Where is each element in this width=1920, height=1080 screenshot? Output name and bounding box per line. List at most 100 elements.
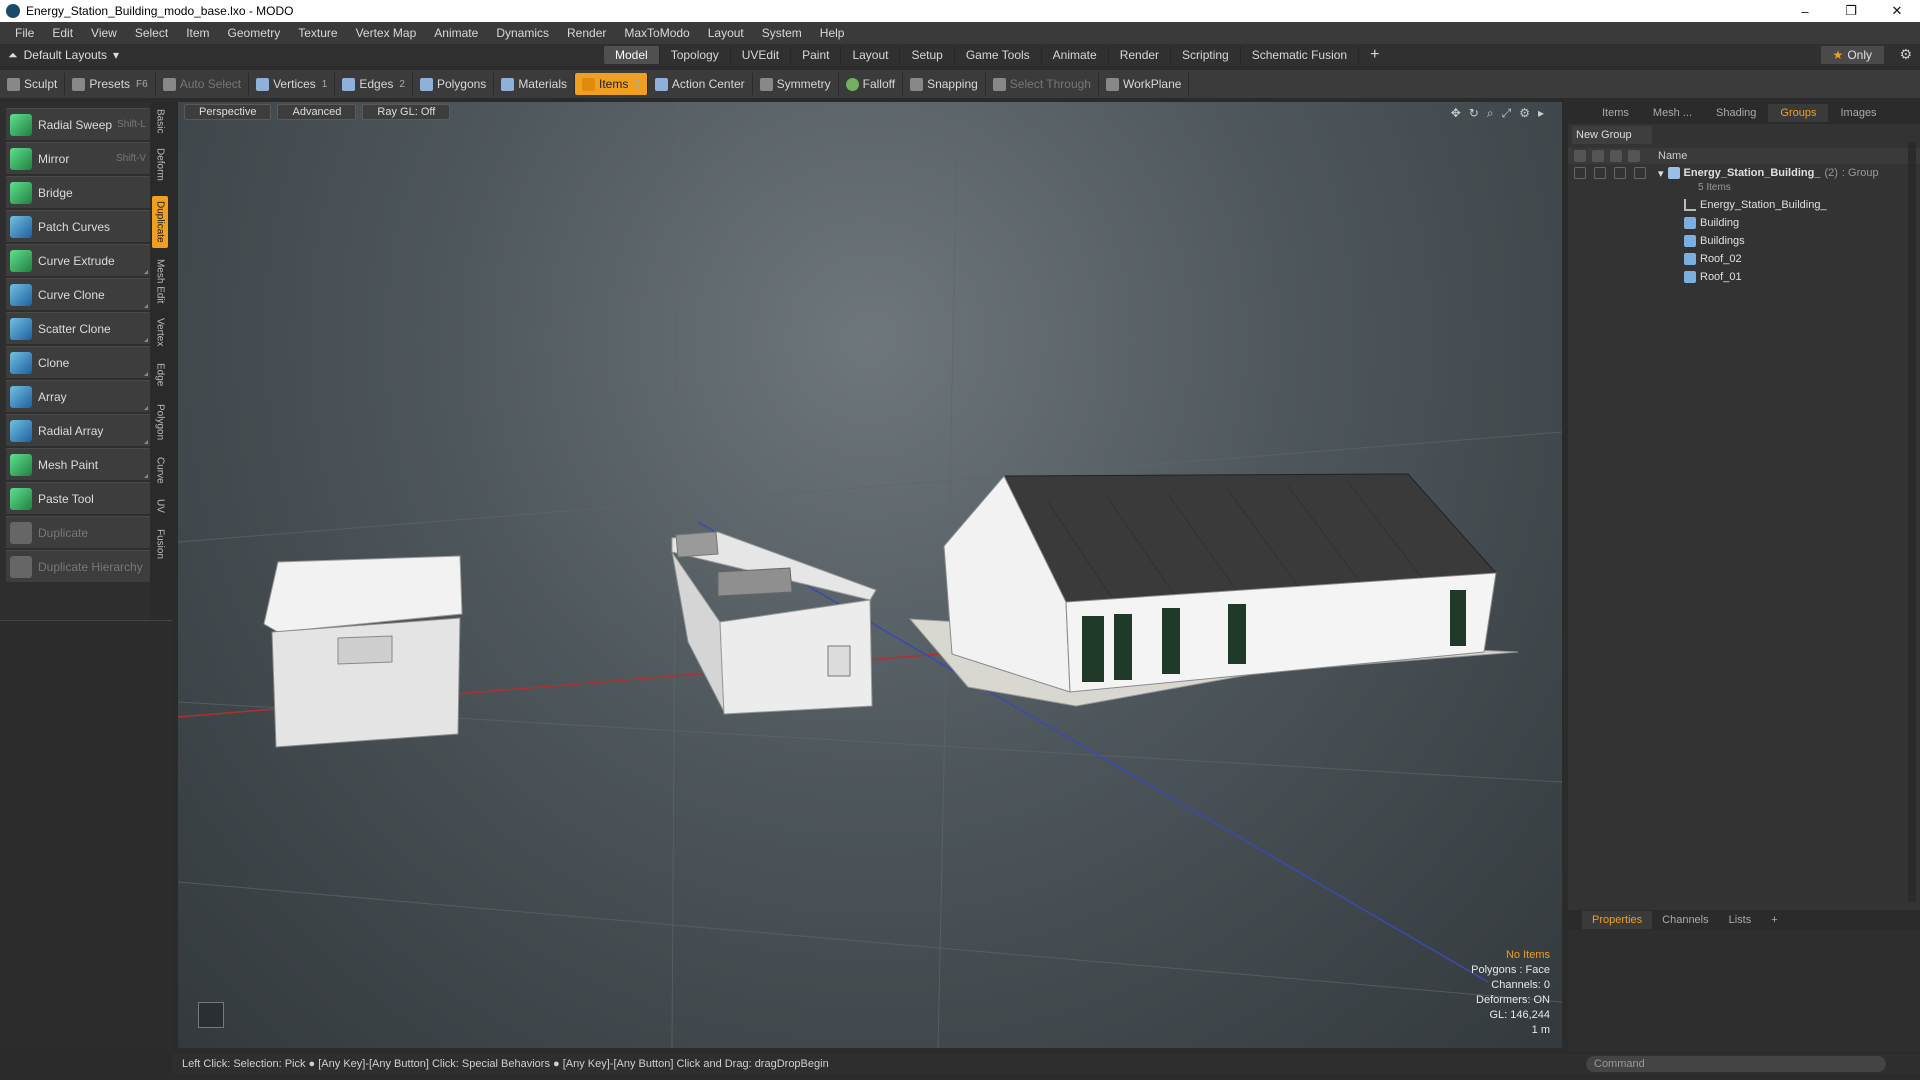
items-button[interactable]: Items 5 <box>575 73 648 95</box>
menu-view[interactable]: View <box>82 26 126 40</box>
tool-array[interactable]: Array <box>6 380 150 412</box>
menu-vertex-map[interactable]: Vertex Map <box>347 26 426 40</box>
side-tab-mesh-edit[interactable]: Mesh Edit <box>152 256 168 306</box>
tool-radial-array[interactable]: Radial Array <box>6 414 150 446</box>
small-hut-model[interactable] <box>263 555 463 748</box>
materials-button[interactable]: Materials <box>494 73 575 95</box>
presets-button[interactable]: Presets F6 <box>65 73 156 95</box>
tool-patch-curves[interactable]: Patch Curves <box>6 210 150 242</box>
tab-scripting[interactable]: Scripting <box>1171 46 1241 64</box>
container-unit-model[interactable] <box>671 531 877 715</box>
tab-game-tools[interactable]: Game Tools <box>955 46 1042 64</box>
tool-radial-sweep[interactable]: Radial Sweep Shift-L <box>6 108 150 140</box>
group-row[interactable]: ▾ Energy_Station_Building_ (2) : Group <box>1568 164 1920 182</box>
side-tab-uv[interactable]: UV <box>152 496 168 516</box>
expand-arrow-icon[interactable]: ▾ <box>1658 167 1664 180</box>
pan-icon[interactable]: ✥ <box>1451 106 1461 121</box>
zoom-icon[interactable]: ⌕ <box>1487 106 1494 121</box>
tab-layout[interactable]: Layout <box>841 46 901 64</box>
menu-texture[interactable]: Texture <box>289 26 346 40</box>
side-tab-polygon[interactable]: Polygon <box>152 400 168 444</box>
only-button[interactable]: ★ Only <box>1820 46 1884 64</box>
tab-render[interactable]: Render <box>1109 46 1172 64</box>
tool-mesh-paint[interactable]: Mesh Paint <box>6 448 150 480</box>
tool-duplicate-hierarchy[interactable]: Duplicate Hierarchy <box>6 550 150 582</box>
tool-mirror[interactable]: Mirror Shift-V <box>6 142 150 174</box>
expand-arrow-icon[interactable]: ▸ <box>1538 106 1544 121</box>
command-input[interactable]: Command <box>1586 1056 1886 1072</box>
side-tab-edge[interactable]: Edge <box>152 360 168 390</box>
viewport-settings-icon[interactable]: ⚙ <box>1519 106 1530 121</box>
gear-icon[interactable]: ⚙ <box>1899 46 1912 63</box>
tool-paste-tool[interactable]: Paste Tool <box>6 482 150 514</box>
side-tab-curve[interactable]: Curve <box>152 452 168 488</box>
symmetry-button[interactable]: Symmetry <box>753 73 839 95</box>
layout-selector[interactable]: ⏶ Default Layouts ▾ <box>8 48 119 63</box>
select-toggle[interactable] <box>1634 167 1646 179</box>
name-column-header[interactable]: Name <box>1658 150 1687 162</box>
sculpt-button[interactable]: Sculpt <box>0 73 66 95</box>
raygl-button[interactable]: Ray GL: Off <box>362 104 451 120</box>
menu-select[interactable]: Select <box>126 26 177 40</box>
side-tab-vertex[interactable]: Vertex <box>152 314 168 350</box>
tab-channels[interactable]: Channels <box>1652 911 1718 929</box>
workplane-button[interactable]: WorkPlane <box>1099 73 1190 95</box>
tab-groups[interactable]: Groups <box>1768 104 1829 122</box>
menu-system[interactable]: System <box>753 26 811 40</box>
tree-item[interactable]: Energy_Station_Building_ <box>1568 196 1920 214</box>
new-group-button[interactable]: New Group <box>1572 126 1652 144</box>
rotate-icon[interactable]: ↻ <box>1469 106 1479 121</box>
tool-curve-extrude[interactable]: Curve Extrude <box>6 244 150 276</box>
side-tab-basic[interactable]: Basic <box>152 106 168 136</box>
tab-properties[interactable]: Properties <box>1582 911 1653 929</box>
falloff-button[interactable]: Falloff <box>839 73 904 95</box>
tab-topology[interactable]: Topology <box>660 46 731 64</box>
tab-paint[interactable]: Paint <box>791 46 842 64</box>
tab-shading[interactable]: Shading <box>1704 104 1768 122</box>
3d-viewport[interactable]: Perspective Advanced Ray GL: Off ✥ ↻ ⌕ ⤢… <box>178 102 1562 1048</box>
tab-uvedit[interactable]: UVEdit <box>731 46 792 64</box>
side-tab-duplicate[interactable]: Duplicate <box>152 196 168 248</box>
vertices-button[interactable]: Vertices 1 <box>249 73 336 95</box>
tab-schematic-fusion[interactable]: Schematic Fusion <box>1241 46 1360 64</box>
add-tab-button[interactable]: + <box>1761 911 1787 929</box>
side-tab-deform[interactable]: Deform <box>152 144 168 184</box>
menu-maxtomodo[interactable]: MaxToModo <box>615 26 698 40</box>
tool-duplicate[interactable]: Duplicate <box>6 516 150 548</box>
tab-model[interactable]: Model <box>604 46 660 64</box>
menu-item[interactable]: Item <box>177 26 218 40</box>
edges-button[interactable]: Edges 2 <box>335 73 413 95</box>
tool-clone[interactable]: Clone <box>6 346 150 378</box>
view-mode-button[interactable]: Perspective <box>184 104 272 120</box>
menu-animate[interactable]: Animate <box>425 26 487 40</box>
close-button[interactable]: ✕ <box>1874 0 1920 22</box>
tab-items[interactable]: Items <box>1590 104 1641 122</box>
menu-dynamics[interactable]: Dynamics <box>487 26 558 40</box>
energy-station-building-model[interactable] <box>908 473 1519 707</box>
side-tab-fusion[interactable]: Fusion <box>152 524 168 564</box>
polygons-button[interactable]: Polygons <box>413 73 495 95</box>
fit-icon[interactable]: ⤢ <box>1502 106 1512 121</box>
tab-animate[interactable]: Animate <box>1042 46 1109 64</box>
menu-edit[interactable]: Edit <box>43 26 82 40</box>
tree-item[interactable]: Roof_01 <box>1568 268 1920 286</box>
tree-item[interactable]: Roof_02 <box>1568 250 1920 268</box>
select-through-button[interactable]: Select Through <box>986 73 1099 95</box>
render-toggle[interactable] <box>1594 167 1606 179</box>
menu-geometry[interactable]: Geometry <box>219 26 290 40</box>
tab-images[interactable]: Images <box>1828 104 1888 122</box>
shading-mode-button[interactable]: Advanced <box>277 104 357 120</box>
minimize-button[interactable]: – <box>1782 0 1828 22</box>
tab-mesh[interactable]: Mesh ... <box>1641 104 1704 122</box>
lock-toggle[interactable] <box>1614 167 1626 179</box>
visibility-toggle[interactable] <box>1574 167 1586 179</box>
menu-layout[interactable]: Layout <box>699 26 753 40</box>
tree-item[interactable]: Buildings <box>1568 232 1920 250</box>
menu-render[interactable]: Render <box>558 26 615 40</box>
tool-curve-clone[interactable]: Curve Clone <box>6 278 150 310</box>
action-center-button[interactable]: Action Center <box>648 73 753 95</box>
add-tab-button[interactable]: + <box>1359 46 1390 64</box>
groups-scrollbar[interactable] <box>1908 142 1916 902</box>
tab-setup[interactable]: Setup <box>900 46 955 64</box>
tree-item[interactable]: Building <box>1568 214 1920 232</box>
